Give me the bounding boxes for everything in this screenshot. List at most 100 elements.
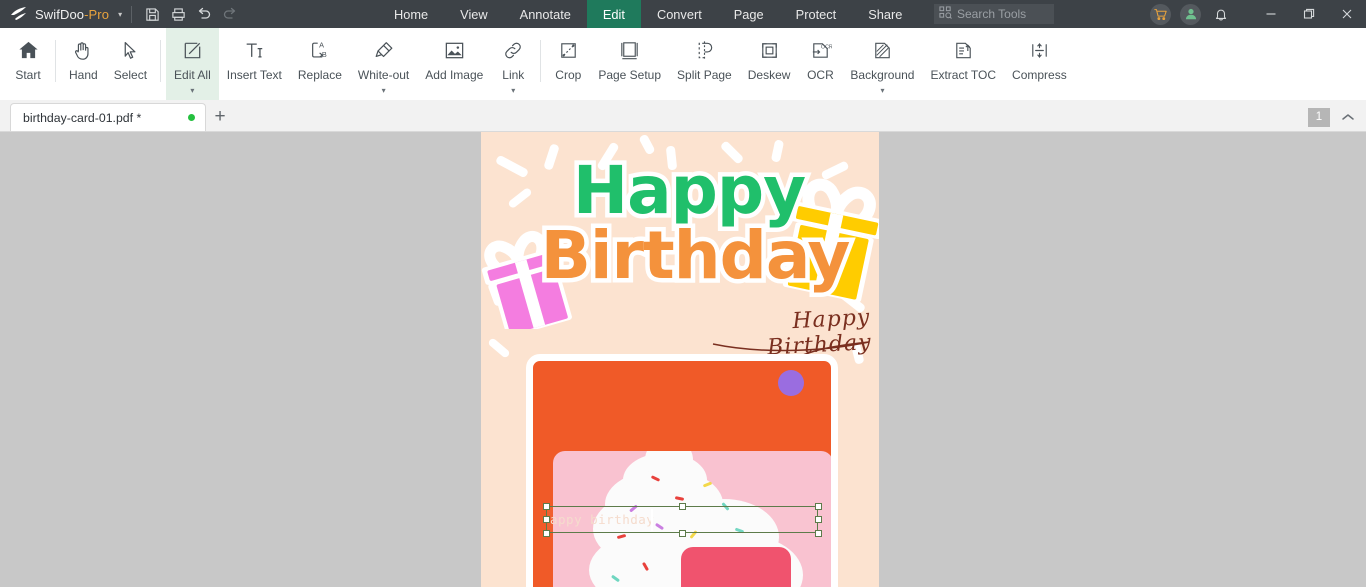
divider — [540, 40, 542, 82]
window-system-controls — [1150, 0, 1366, 28]
ribbon-button-deskew[interactable]: Deskew — [740, 28, 799, 100]
ribbon-button-ocr[interactable]: OCR OCR — [798, 28, 842, 100]
replace-ab-icon: A B — [309, 36, 331, 64]
page-number-indicator[interactable]: 1 — [1308, 107, 1330, 127]
document-tab[interactable]: birthday-card-01.pdf * — [10, 103, 206, 131]
resize-handle-top-right[interactable] — [815, 503, 822, 510]
ribbon-label: Deskew — [747, 68, 791, 82]
document-tab-filename: birthday-card-01.pdf * — [23, 110, 142, 125]
ribbon-button-add-image[interactable]: Add Image — [417, 28, 491, 100]
ribbon-label: Select — [113, 68, 148, 82]
ribbon-label: Background — [850, 68, 915, 82]
insert-text-icon — [243, 36, 265, 64]
ribbon-button-link[interactable]: Link ▾ — [491, 28, 535, 100]
ribbon-button-start[interactable]: Start — [6, 28, 50, 100]
ocr-icon: OCR — [809, 36, 832, 64]
selected-text-content: appy birthday — [550, 512, 655, 527]
menu-item-share[interactable]: Share — [852, 0, 918, 28]
tab-bar-right-controls: 1 — [1308, 106, 1360, 128]
resize-handle-top-left[interactable] — [543, 503, 550, 510]
menu-item-view[interactable]: View — [444, 0, 504, 28]
save-icon[interactable] — [139, 1, 165, 27]
chevron-down-icon[interactable]: ▾ — [511, 86, 515, 95]
app-name: SwifDoo-Pro — [35, 7, 109, 22]
menu-item-page[interactable]: Page — [718, 0, 780, 28]
close-button[interactable] — [1328, 0, 1366, 28]
menu-item-annotate[interactable]: Annotate — [504, 0, 587, 28]
resize-handle-bottom-center[interactable] — [679, 530, 686, 537]
selected-text-box[interactable]: appy birthday — [543, 503, 822, 537]
redo-icon[interactable] — [217, 1, 243, 27]
script-greeting-block: Happy Birthday — [681, 305, 872, 360]
menu-item-protect[interactable]: Protect — [780, 0, 853, 28]
ribbon-button-insert-text[interactable]: Insert Text — [219, 28, 290, 100]
undo-icon[interactable] — [191, 1, 217, 27]
deskew-icon — [758, 36, 781, 64]
resize-handle-bottom-right[interactable] — [815, 530, 822, 537]
cursor-arrow-icon — [120, 36, 141, 64]
link-chain-icon — [502, 36, 524, 64]
ribbon-button-edit-all[interactable]: Edit All ▾ — [166, 28, 219, 100]
hand-icon — [72, 36, 94, 64]
ribbon-button-replace[interactable]: A B Replace — [290, 28, 350, 100]
notification-bell-icon[interactable] — [1210, 3, 1232, 25]
chevron-down-icon[interactable]: ▾ — [118, 10, 122, 19]
app-name-text: SwifDoo — [35, 6, 85, 22]
resize-handle-middle-left[interactable] — [543, 516, 550, 523]
resize-handle-top-center[interactable] — [679, 503, 686, 510]
resize-handle-bottom-left[interactable] — [543, 530, 550, 537]
unsaved-indicator-dot — [188, 114, 195, 121]
ribbon-button-white-out[interactable]: White-out ▾ — [350, 28, 417, 100]
split-page-icon — [693, 36, 716, 64]
svg-text:A: A — [319, 40, 324, 49]
shopping-cart-icon[interactable] — [1150, 3, 1171, 25]
ribbon-label: Add Image — [425, 68, 484, 82]
ribbon-button-page-setup[interactable]: Page Setup — [590, 28, 669, 100]
resize-handle-middle-right[interactable] — [815, 516, 822, 523]
home-icon — [17, 36, 40, 64]
page-setup-icon — [618, 36, 641, 64]
ribbon-button-crop[interactable]: Crop — [546, 28, 590, 100]
divider — [55, 40, 56, 82]
ribbon-label: Extract TOC — [930, 68, 997, 82]
chevron-down-icon[interactable]: ▾ — [382, 86, 386, 95]
text-cursor-caret — [651, 509, 653, 531]
chevron-down-icon[interactable]: ▾ — [190, 86, 194, 95]
ribbon-label: Edit All — [174, 68, 211, 82]
main-menu: Home View Annotate Edit Convert Page Pro… — [378, 0, 977, 28]
extract-toc-icon — [952, 36, 975, 64]
divider — [160, 40, 162, 82]
cupcake-base — [681, 547, 791, 587]
menu-item-edit[interactable]: Edit — [586, 0, 641, 28]
ribbon-label: Insert Text — [226, 68, 282, 82]
ribbon-label: Start — [15, 68, 41, 82]
search-tools-icon — [939, 6, 952, 22]
edit-ribbon-toolbar: Start Hand Select Edit All ▾ Insert Text… — [0, 28, 1366, 100]
pdf-viewer-canvas[interactable]: Happy Birthday Happy Birthday appy birth… — [0, 132, 1366, 587]
chevron-down-icon[interactable]: ▾ — [880, 86, 884, 95]
ribbon-label: Compress — [1012, 68, 1067, 82]
ribbon-button-split-page[interactable]: Split Page — [669, 28, 740, 100]
search-tools-input[interactable]: Search Tools — [934, 4, 1054, 24]
ribbon-button-extract-toc[interactable]: Extract TOC — [922, 28, 1004, 100]
title-bar: SwifDoo-Pro ▾ Home View Annotate Edit Co… — [0, 0, 1366, 28]
purple-decoration-circle — [778, 370, 804, 396]
chevron-up-icon[interactable] — [1336, 106, 1360, 128]
maximize-button[interactable] — [1290, 0, 1328, 28]
compress-icon — [1028, 36, 1051, 64]
ribbon-label: Crop — [555, 68, 582, 82]
print-icon[interactable] — [165, 1, 191, 27]
svg-text:B: B — [322, 49, 327, 58]
edit-pencil-square-icon — [181, 36, 204, 64]
new-tab-button[interactable]: + — [206, 103, 234, 131]
ribbon-button-hand[interactable]: Hand — [61, 28, 106, 100]
ribbon-button-background[interactable]: Background ▾ — [842, 28, 922, 100]
menu-item-home[interactable]: Home — [378, 0, 444, 28]
ribbon-button-compress[interactable]: Compress — [1004, 28, 1075, 100]
minimize-button[interactable] — [1252, 0, 1290, 28]
menu-item-convert[interactable]: Convert — [641, 0, 718, 28]
ribbon-label: OCR — [807, 68, 834, 82]
user-avatar-icon[interactable] — [1180, 3, 1201, 25]
app-brand[interactable]: SwifDoo-Pro ▾ — [0, 6, 122, 23]
ribbon-button-select[interactable]: Select — [106, 28, 155, 100]
